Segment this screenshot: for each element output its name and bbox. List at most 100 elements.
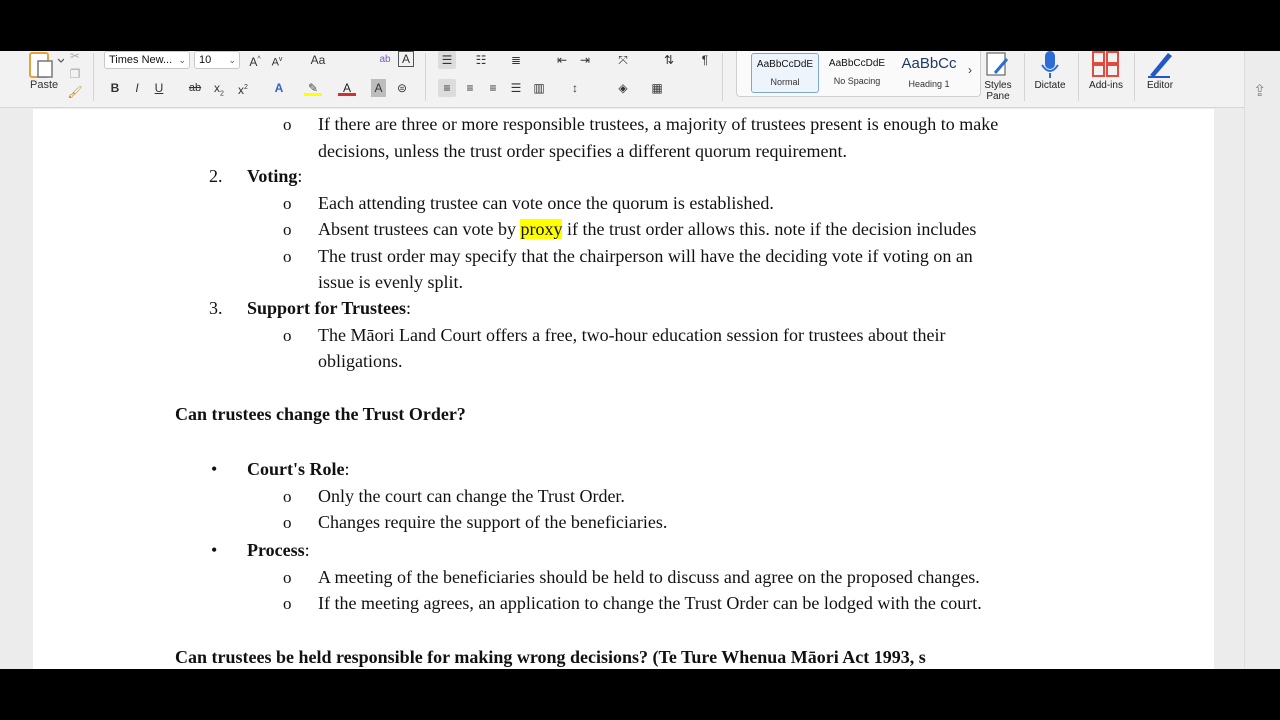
justify-icon[interactable]: ☰ — [507, 79, 525, 97]
font-color-label: A — [342, 81, 351, 95]
italic-label: I — [135, 81, 139, 95]
shrink-font-button[interactable]: Av — [268, 51, 286, 69]
character-shading-button[interactable]: A — [371, 79, 386, 97]
borders-icon[interactable]: ▦ — [648, 79, 666, 97]
colon: : — [304, 540, 310, 560]
align-center-icon[interactable]: ≡ — [461, 79, 479, 97]
enclose-characters-icon[interactable]: ⊜ — [393, 79, 411, 97]
dictate-label: Dictate — [1034, 80, 1066, 91]
character-border-icon[interactable]: A — [398, 51, 414, 67]
highlighted-word: proxy — [520, 219, 563, 239]
bold-button[interactable]: B — [106, 79, 124, 97]
chevron-down-icon: ⌄ — [228, 55, 236, 65]
cut-icon[interactable]: ✂ — [66, 51, 84, 65]
clear-formatting-icon[interactable]: ab — [376, 51, 394, 69]
text-effects-button[interactable]: A — [270, 79, 288, 97]
style-preview: AaBbCcDdE — [756, 59, 814, 70]
character-shading-label: A — [374, 81, 383, 95]
italic-button[interactable]: I — [128, 79, 146, 97]
distributed-icon[interactable]: ▥ — [530, 79, 548, 97]
add-ins-button[interactable]: Add-ins — [1080, 51, 1132, 107]
styles-pane-label: Styles Pane — [984, 80, 1012, 102]
add-ins-icon — [1092, 51, 1119, 77]
pilcrow-label: ¶ — [701, 53, 709, 67]
grow-font-button[interactable]: A^ — [246, 51, 264, 69]
sidebar-strip: ⇪ — [1244, 51, 1280, 669]
strikethrough-label: ab — [188, 82, 202, 94]
bullet: • — [211, 459, 218, 479]
show-formatting-button[interactable]: ¶ — [696, 51, 714, 69]
asian-layout-icon[interactable]: ⤧ — [614, 51, 632, 69]
increase-indent-icon[interactable]: ⇥ — [576, 51, 594, 69]
sub-bullet: o — [283, 115, 292, 134]
styles-pane-button[interactable]: Styles Pane — [972, 51, 1024, 107]
align-left-icon[interactable]: ≡ — [438, 79, 456, 97]
list-item: Only the court can change the Trust Orde… — [318, 486, 625, 506]
list-item: issue is evenly split. — [318, 272, 463, 292]
numbering-icon[interactable]: ☷ — [472, 51, 490, 69]
line-spacing-icon[interactable]: ↕ — [566, 79, 584, 97]
list-item: Absent trustees can vote by proxy if the… — [318, 218, 976, 240]
underline-button[interactable]: U — [150, 79, 168, 97]
clipboard-icon — [29, 52, 64, 78]
style-name: No Spacing — [833, 76, 881, 86]
share-icon[interactable]: ⇪ — [1253, 81, 1266, 101]
subscript-button[interactable]: x2 — [210, 79, 228, 97]
font-name-select[interactable]: Times New... ⌄ — [104, 51, 190, 69]
align-right-icon[interactable]: ≡ — [484, 79, 502, 97]
list-item: If the meeting agrees, an application to… — [318, 593, 982, 613]
add-ins-label: Add-ins — [1089, 80, 1123, 91]
colon: : — [297, 166, 303, 186]
font-size-value: 10 — [199, 54, 212, 66]
font-color-button[interactable]: A — [338, 79, 356, 96]
dictate-button[interactable]: Dictate — [1024, 51, 1076, 107]
document-body[interactable]: o If there are three or more responsible… — [33, 109, 1214, 669]
shading-icon[interactable]: ◈ — [614, 79, 632, 97]
text-effects-label: A — [274, 81, 284, 95]
support-label: Support for Trustees — [247, 298, 407, 318]
editor-label: Editor — [1146, 80, 1174, 91]
list-item: A meeting of the beneficiaries should be… — [318, 567, 980, 587]
voting-label: Voting — [247, 166, 298, 186]
style-preview: AaBbCc — [901, 55, 957, 72]
format-painter-icon[interactable]: 🖌 — [66, 83, 84, 101]
divider — [722, 53, 723, 101]
list-number: 3. — [209, 298, 223, 318]
colon: : — [406, 298, 412, 318]
list-item: The Māori Land Court offers a free, two-… — [318, 325, 946, 345]
multilevel-list-icon[interactable]: ≣ — [507, 51, 525, 69]
font-name-value: Times New... — [109, 54, 173, 66]
highlight-color-icon[interactable]: ✎ — [304, 79, 322, 96]
change-case-button[interactable]: Aa — [305, 51, 331, 69]
word-window: Paste ✂ ❐ 🖌 Times New... ⌄ 10 ⌄ A^ Av Aa… — [0, 51, 1280, 669]
sub-bullet: o — [283, 194, 292, 213]
sub-bullet: o — [283, 247, 292, 266]
divider — [1078, 53, 1079, 101]
style-no-spacing[interactable]: AaBbCcDdE No Spacing — [823, 53, 891, 93]
paste-button[interactable]: Paste — [22, 51, 66, 95]
bullet: • — [211, 540, 218, 560]
style-normal[interactable]: AaBbCcDdE Normal — [751, 53, 819, 93]
document-page[interactable]: o If there are three or more responsible… — [33, 109, 1214, 669]
list-heading-support: Support for Trustees: — [247, 297, 411, 319]
change-case-label: Aa — [310, 53, 326, 67]
text-run: if the trust order allows this. note if … — [562, 219, 977, 239]
paste-label: Paste — [30, 79, 59, 91]
strikethrough-button[interactable]: ab — [186, 79, 204, 97]
list-item: The trust order may specify that the cha… — [318, 246, 973, 266]
styles-pane-icon — [986, 52, 1009, 76]
bullets-icon[interactable]: ☰ — [438, 51, 456, 69]
style-name: Normal — [770, 77, 800, 87]
list-item: Changes require the support of the benef… — [318, 512, 668, 532]
sort-icon[interactable]: ⇅ — [660, 51, 678, 69]
style-name: Heading 1 — [908, 79, 950, 89]
decrease-indent-icon[interactable]: ⇤ — [553, 51, 571, 69]
font-size-select[interactable]: 10 ⌄ — [194, 51, 240, 69]
section-heading: Can trustees change the Trust Order? — [175, 404, 466, 424]
editor-button[interactable]: Editor — [1134, 51, 1186, 107]
style-heading-1[interactable]: AaBbCc Heading 1 — [895, 53, 963, 93]
superscript-button[interactable]: x2 — [234, 79, 252, 97]
list-heading-courts-role: Court's Role: — [247, 458, 350, 480]
copy-icon[interactable]: ❐ — [66, 65, 84, 83]
colon: : — [344, 459, 350, 479]
